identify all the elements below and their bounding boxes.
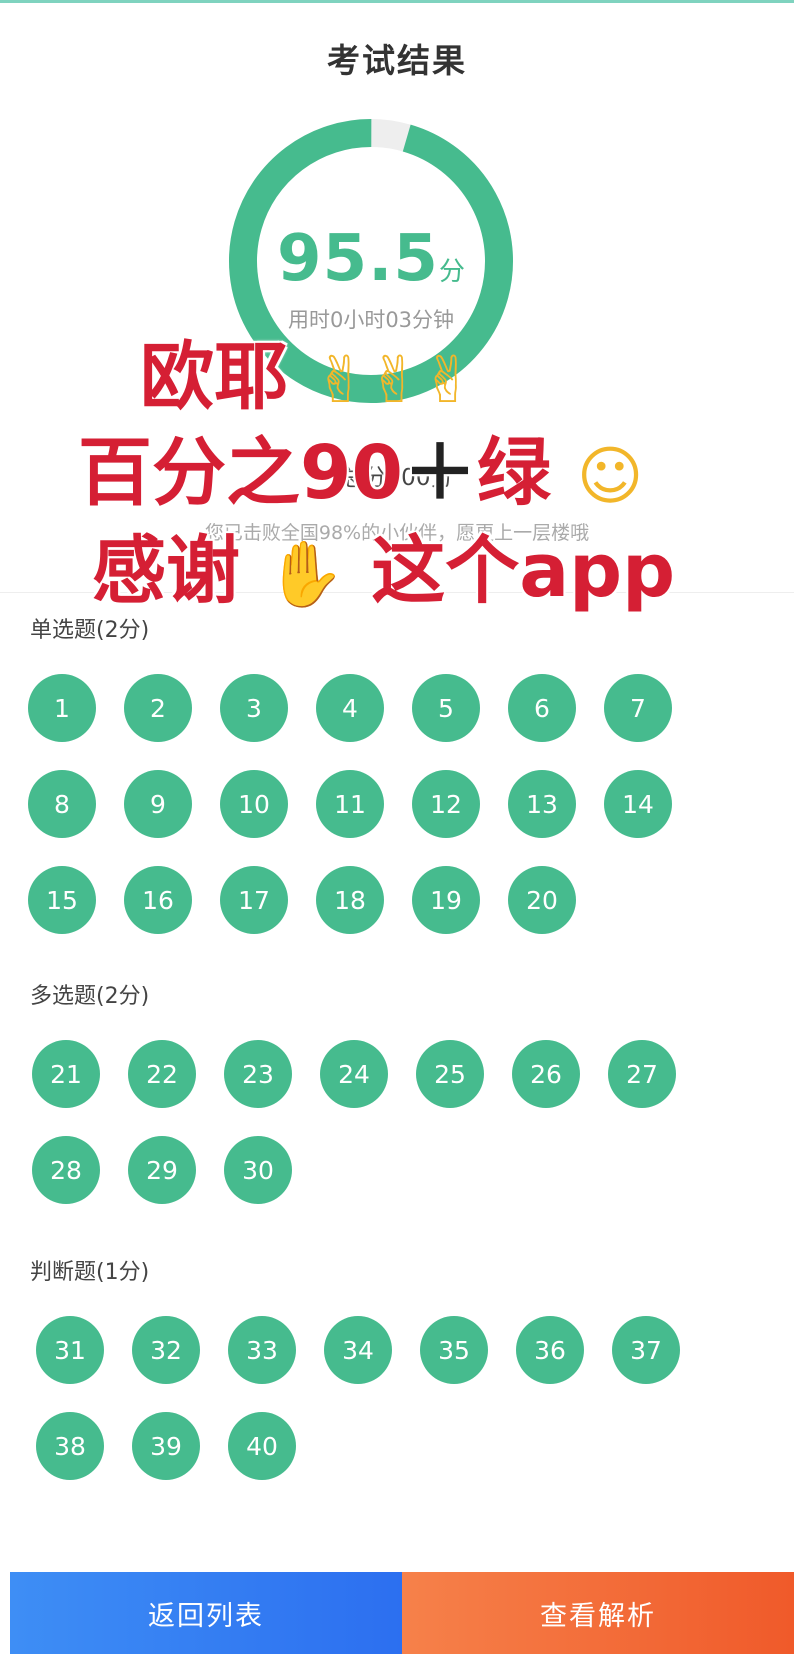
question-number-button[interactable]: 4 <box>316 674 384 742</box>
question-number-button[interactable]: 34 <box>324 1316 392 1384</box>
section-title: 判断题(1分) <box>30 1260 150 1285</box>
score-display: 95.5分 <box>226 222 516 296</box>
question-number-button[interactable]: 5 <box>412 674 480 742</box>
question-number-button[interactable]: 27 <box>608 1040 676 1108</box>
question-number-button[interactable]: 7 <box>604 674 672 742</box>
question-number-button[interactable]: 38 <box>36 1412 104 1480</box>
view-analysis-button[interactable]: 查看解析 <box>402 1572 794 1654</box>
section-title: 多选题(2分) <box>30 984 150 1009</box>
question-number-button[interactable]: 13 <box>508 770 576 838</box>
question-number-button[interactable]: 21 <box>32 1040 100 1108</box>
question-number-button[interactable]: 18 <box>316 866 384 934</box>
divider <box>0 592 794 593</box>
question-number-button[interactable]: 11 <box>316 770 384 838</box>
score-unit: 分 <box>438 257 465 287</box>
question-number-button[interactable]: 28 <box>32 1136 100 1204</box>
caption-line-3: 感谢 ✋ 这个app <box>92 534 675 608</box>
question-number-button[interactable]: 31 <box>36 1316 104 1384</box>
back-to-list-button[interactable]: 返回列表 <box>10 1572 402 1654</box>
question-number-button[interactable]: 29 <box>128 1136 196 1204</box>
question-number-button[interactable]: 8 <box>28 770 96 838</box>
question-number-button[interactable]: 20 <box>508 866 576 934</box>
question-number-button[interactable]: 22 <box>128 1040 196 1108</box>
bottom-action-bar: 返回列表 查看解析 <box>10 1572 794 1654</box>
question-number-button[interactable]: 24 <box>320 1040 388 1108</box>
section-title: 单选题(2分) <box>30 618 150 643</box>
question-number-button[interactable]: 37 <box>612 1316 680 1384</box>
question-number-button[interactable]: 32 <box>132 1316 200 1384</box>
question-number-button[interactable]: 19 <box>412 866 480 934</box>
question-number-button[interactable]: 6 <box>508 674 576 742</box>
question-number-button[interactable]: 35 <box>420 1316 488 1384</box>
question-number-button[interactable]: 16 <box>124 866 192 934</box>
question-number-button[interactable]: 14 <box>604 770 672 838</box>
question-number-button[interactable]: 36 <box>516 1316 584 1384</box>
question-number-button[interactable]: 1 <box>28 674 96 742</box>
praying-hands-icon: ✋ <box>265 538 346 612</box>
question-number-button[interactable]: 3 <box>220 674 288 742</box>
question-number-button[interactable]: 2 <box>124 674 192 742</box>
question-number-button[interactable]: 23 <box>224 1040 292 1108</box>
time-used: 用时0小时03分钟 <box>287 308 455 332</box>
beat-ranking-text: 您已击败全国98%的小伙伴，愿更上一层楼哦 <box>204 522 590 544</box>
page-title: 考试结果 <box>327 41 467 80</box>
score-value: 95.5 <box>277 222 439 296</box>
question-number-button[interactable]: 26 <box>512 1040 580 1108</box>
question-number-button[interactable]: 10 <box>220 770 288 838</box>
question-number-button[interactable]: 17 <box>220 866 288 934</box>
question-number-button[interactable]: 15 <box>28 866 96 934</box>
question-number-button[interactable]: 12 <box>412 770 480 838</box>
question-number-button[interactable]: 9 <box>124 770 192 838</box>
question-number-button[interactable]: 25 <box>416 1040 484 1108</box>
question-number-button[interactable]: 33 <box>228 1316 296 1384</box>
question-number-button[interactable]: 39 <box>132 1412 200 1480</box>
top-accent-strip <box>0 0 794 3</box>
total-score: 总分100分 <box>340 465 454 491</box>
question-number-button[interactable]: 30 <box>224 1136 292 1204</box>
question-number-button[interactable]: 40 <box>228 1412 296 1480</box>
